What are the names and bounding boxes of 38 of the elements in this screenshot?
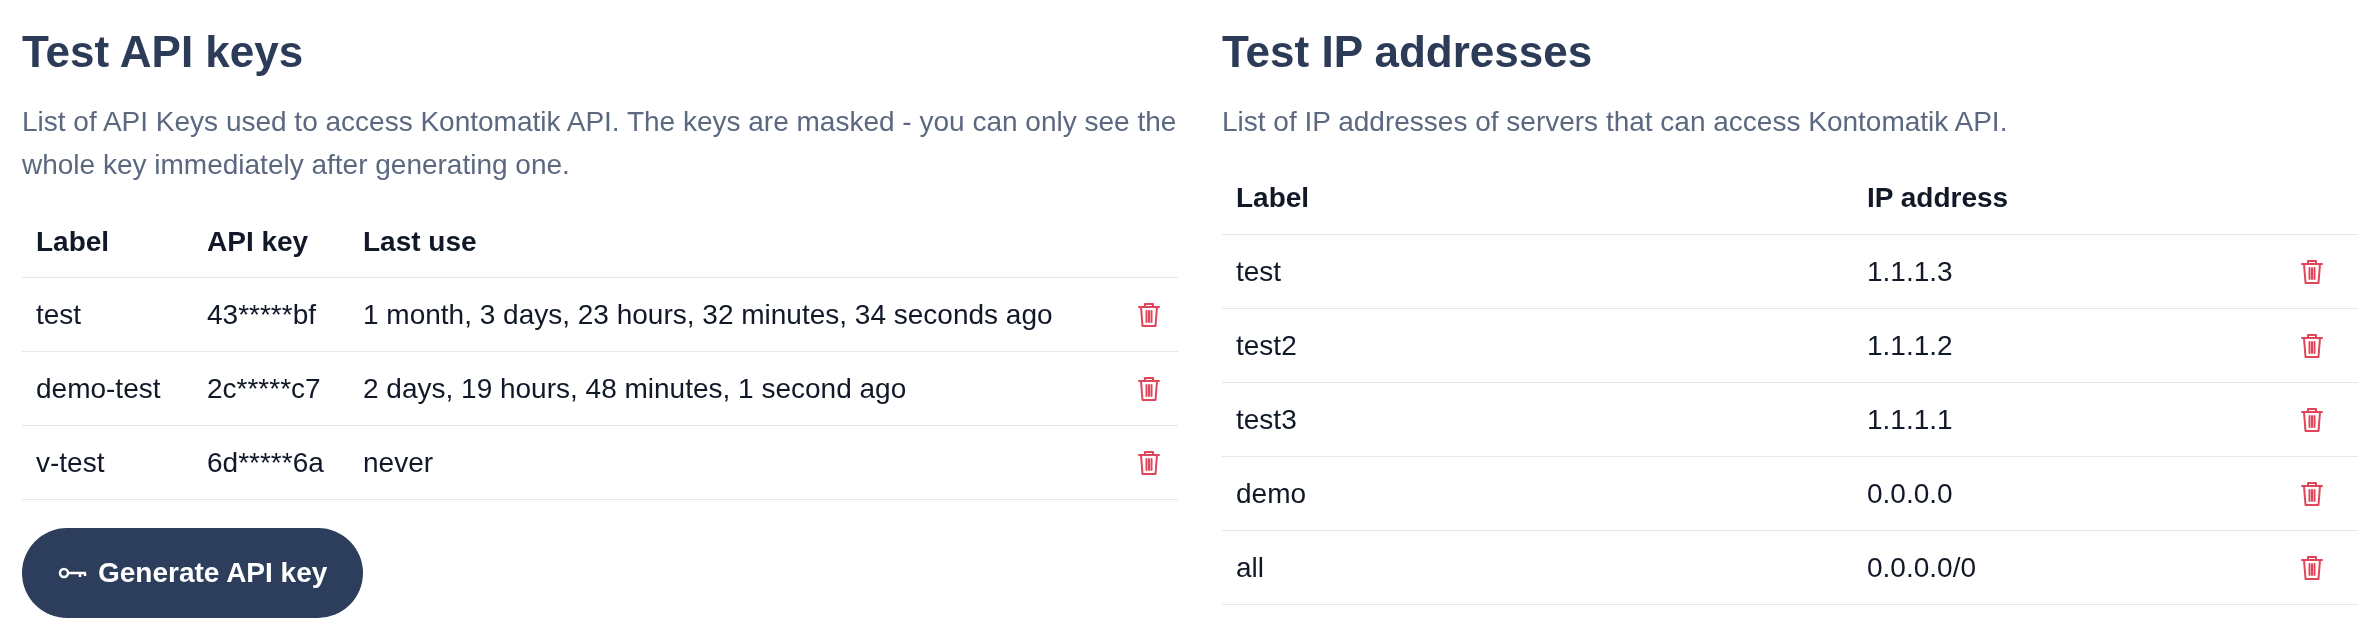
trash-icon[interactable] (2300, 553, 2324, 582)
trash-icon[interactable] (1137, 374, 1161, 403)
table-cell-text: test3 (1236, 402, 1297, 437)
table-cell-text: 1.1.1.3 (1867, 254, 1953, 289)
table-cell-text: 0.0.0.0 (1867, 476, 1953, 511)
trash-icon[interactable] (2300, 405, 2324, 434)
table-cell-text: 2 days, 19 hours, 48 minutes, 1 second ago (363, 371, 907, 406)
table-cell-text: 1.1.1.2 (1867, 328, 1953, 363)
section-title: Test API keys (22, 26, 305, 78)
column-header: Label (36, 224, 110, 259)
table-cell-text: 0.0.0.0/0 (1867, 550, 1976, 585)
column-header: Last use (363, 224, 477, 259)
section-description: List of API Keys used to access Kontomatik API. The keys are masked - you can only see the whole key immediately after generating one. (22, 105, 1178, 182)
table-cell-text: 6d*****6a (207, 445, 324, 480)
table-cell-text: test2 (1236, 328, 1297, 363)
table-cell-text: never (363, 445, 434, 480)
trash-icon[interactable] (1137, 300, 1161, 329)
table-cell-text: 1.1.1.1 (1867, 402, 1953, 437)
column-header: IP address (1867, 180, 2009, 215)
table-cell-text: 2c*****c7 (207, 371, 321, 406)
trash-icon[interactable] (2300, 257, 2324, 286)
table-cell-text: all (1236, 550, 1264, 585)
table-cell-text: demo (1236, 476, 1307, 511)
table-cell-text: v-test (36, 445, 105, 480)
table-cell-text: demo-test (36, 371, 161, 406)
column-header: Label (1236, 180, 1310, 215)
generate-api-key-button[interactable]: Generate API key (22, 528, 364, 618)
trash-icon[interactable] (1137, 448, 1161, 477)
trash-icon[interactable] (2300, 331, 2324, 360)
trash-icon[interactable] (2300, 479, 2324, 508)
table-cell-text: test (1236, 254, 1282, 289)
column-header: API key (207, 224, 309, 259)
table-cell-text: test (36, 297, 82, 332)
section-title: Test IP addresses (1222, 26, 1594, 78)
key-icon (58, 566, 88, 580)
table-cell-text: 1 month, 3 days, 23 hours, 32 minutes, 34 seconds ago (363, 297, 1053, 332)
section-description: List of IP addresses of servers that can access Kontomatik API. (1222, 105, 2009, 139)
table-cell-text: 43*****bf (207, 297, 316, 332)
